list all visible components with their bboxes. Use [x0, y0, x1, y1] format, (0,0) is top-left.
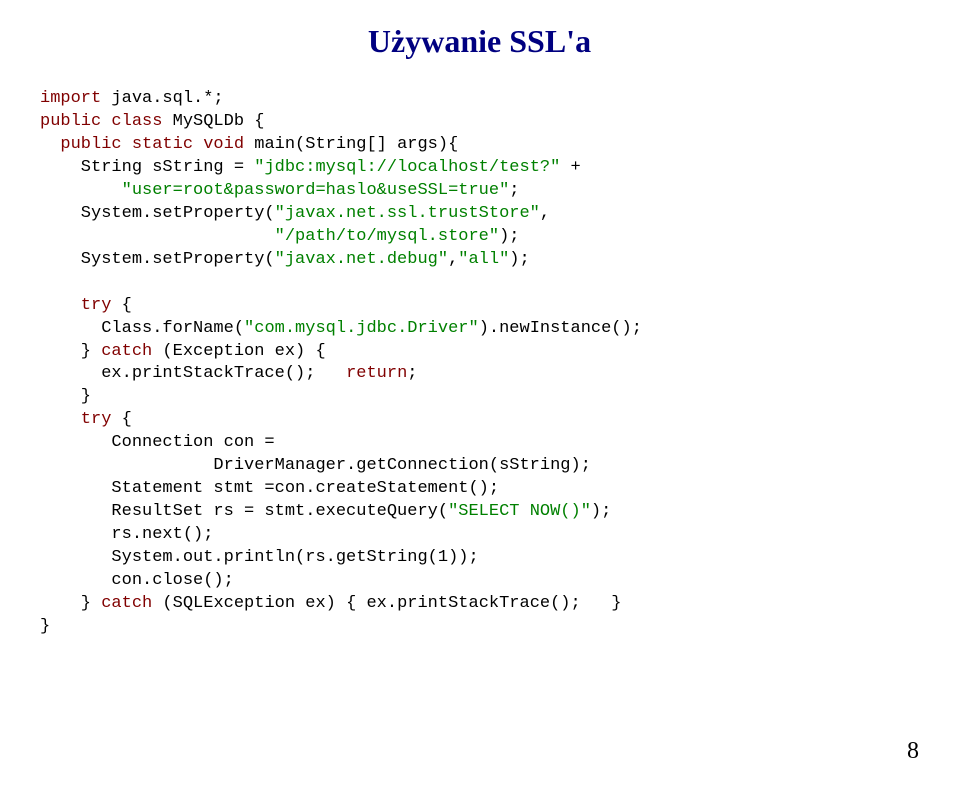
code-text: ); — [499, 227, 519, 246]
keyword: return — [346, 364, 407, 383]
string-literal: "user=root&password=haslo&useSSL=true" — [122, 181, 510, 200]
code-text: , — [540, 204, 550, 223]
code-text: ex.printStackTrace(); — [40, 364, 346, 383]
code-text: { — [111, 410, 131, 429]
code-text: + — [560, 158, 580, 177]
code-text: main(String[] args){ — [244, 135, 458, 154]
code-text: System.setProperty( — [40, 250, 275, 269]
code-text: ); — [591, 502, 611, 521]
code-text: { — [111, 296, 131, 315]
string-literal: "/path/to/mysql.store" — [275, 227, 499, 246]
string-literal: "jdbc:mysql://localhost/test?" — [254, 158, 560, 177]
string-literal: "javax.net.debug" — [275, 250, 448, 269]
code-text: Statement stmt =con.createStatement(); — [40, 479, 499, 498]
code-text: } — [40, 617, 50, 636]
code-text: (SQLException ex) { ex.printStackTrace()… — [152, 594, 621, 613]
keyword: catch — [101, 594, 152, 613]
keyword: try — [40, 410, 111, 429]
code-text: } — [40, 342, 101, 361]
code-text: ); — [509, 250, 529, 269]
string-literal: "all" — [458, 250, 509, 269]
code-text: Connection con = — [40, 433, 275, 452]
keyword: catch — [101, 342, 152, 361]
string-literal: "SELECT NOW()" — [448, 502, 591, 521]
string-literal: "javax.net.ssl.trustStore" — [275, 204, 540, 223]
keyword: public static void — [40, 135, 244, 154]
code-block: import java.sql.*; public class MySQLDb … — [40, 88, 919, 639]
page-title: Używanie SSL'a — [40, 20, 919, 63]
code-text: System.out.println(rs.getString(1)); — [40, 548, 479, 567]
keyword: try — [40, 296, 111, 315]
keyword: public class — [40, 112, 162, 131]
code-text: Class.forName( — [40, 319, 244, 338]
code-text — [40, 227, 275, 246]
code-text: DriverManager.getConnection(sString); — [40, 456, 591, 475]
code-text: (Exception ex) { — [152, 342, 325, 361]
code-text: } — [40, 387, 91, 406]
code-text: } — [40, 594, 101, 613]
code-text — [40, 181, 122, 200]
string-literal: "com.mysql.jdbc.Driver" — [244, 319, 479, 338]
page-number: 8 — [907, 735, 919, 767]
code-text: ; — [407, 364, 417, 383]
keyword: import — [40, 89, 101, 108]
code-text: String sString = — [40, 158, 254, 177]
code-text: ; — [509, 181, 519, 200]
code-text: , — [448, 250, 458, 269]
code-text: java.sql.*; — [101, 89, 223, 108]
code-text: ResultSet rs = stmt.executeQuery( — [40, 502, 448, 521]
code-text: con.close(); — [40, 571, 234, 590]
code-text: System.setProperty( — [40, 204, 275, 223]
code-text: rs.next(); — [40, 525, 213, 544]
code-text: MySQLDb { — [162, 112, 264, 131]
code-text: ).newInstance(); — [479, 319, 642, 338]
